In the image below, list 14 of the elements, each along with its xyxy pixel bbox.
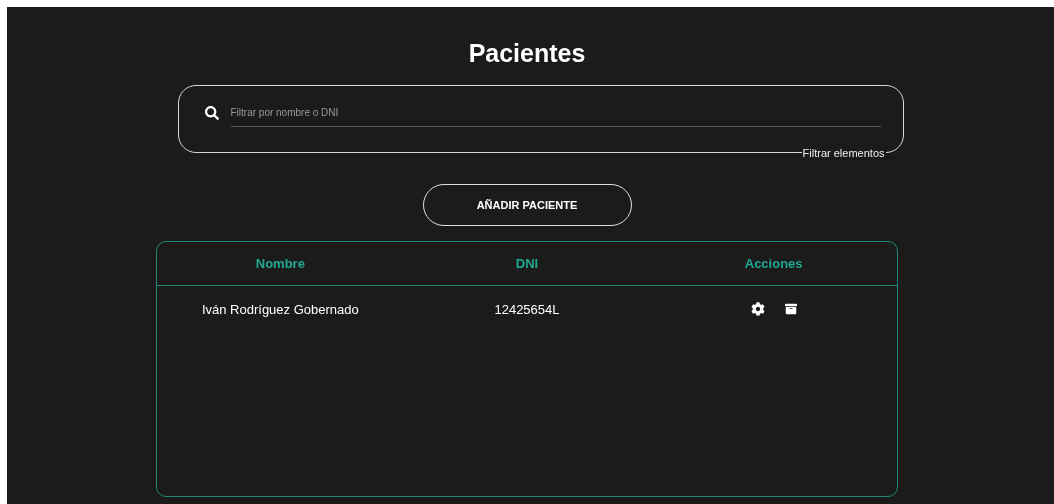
add-patient-button[interactable]: AÑADIR PACIENTE: [422, 184, 632, 226]
column-header: Nombre: [255, 256, 305, 271]
archive-icon: [784, 303, 797, 315]
column-header: Acciones: [744, 256, 803, 271]
settings-button[interactable]: [750, 302, 765, 316]
page-title: Pacientes: [468, 39, 586, 68]
column-header: DNI: [515, 256, 539, 271]
settings-icon: [750, 302, 765, 316]
delete-button[interactable]: [784, 303, 797, 315]
table-cell: 12425654L: [494, 301, 560, 317]
table-cell: Iván Rodríguez Gobernado: [201, 301, 359, 317]
search-icon: [204, 106, 219, 120]
filter-input[interactable]: Filtrar por nombre o DNI: [230, 105, 881, 127]
filter-legend: Filtrar elementos: [801, 146, 886, 160]
